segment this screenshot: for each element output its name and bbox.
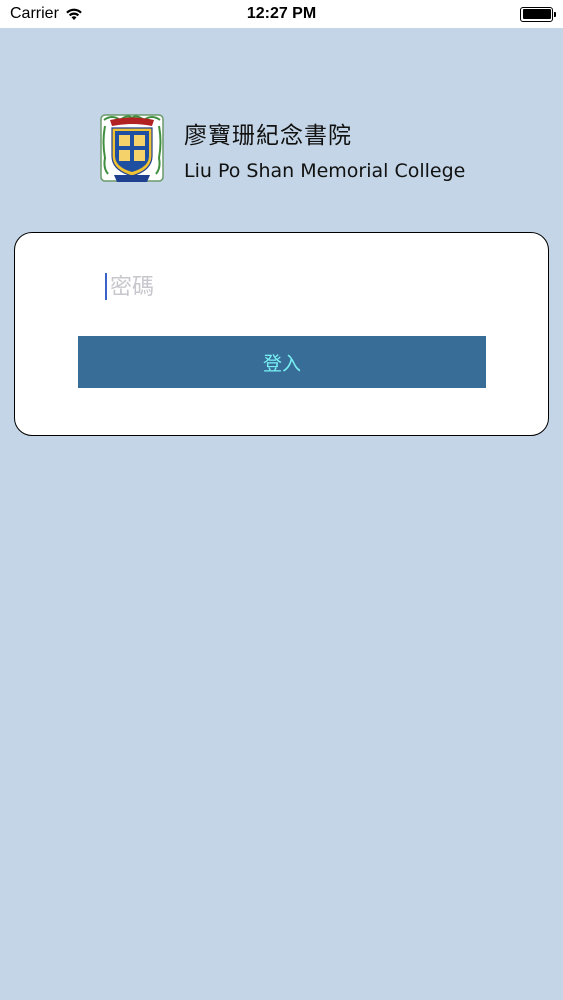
school-crest-logo — [100, 114, 164, 182]
login-card: 登入 — [14, 232, 549, 436]
status-time: 12:27 PM — [246, 5, 317, 22]
status-bar: Carrier 12:27 PM — [0, 0, 563, 28]
battery-full-icon — [520, 6, 556, 22]
text-cursor — [105, 273, 107, 300]
status-left: Carrier — [10, 5, 83, 23]
login-button[interactable]: 登入 — [78, 336, 486, 388]
wifi-icon — [65, 7, 83, 21]
school-names: 廖寶珊紀念書院 Liu Po Shan Memorial College — [184, 116, 465, 182]
password-input[interactable] — [104, 269, 464, 305]
school-name-english: Liu Po Shan Memorial College — [184, 160, 466, 182]
school-name-chinese: 廖寶珊紀念書院 — [184, 123, 352, 149]
status-right — [520, 6, 556, 22]
carrier-label: Carrier — [10, 5, 59, 22]
school-header: 廖寶珊紀念書院 Liu Po Shan Memorial College — [100, 110, 520, 188]
